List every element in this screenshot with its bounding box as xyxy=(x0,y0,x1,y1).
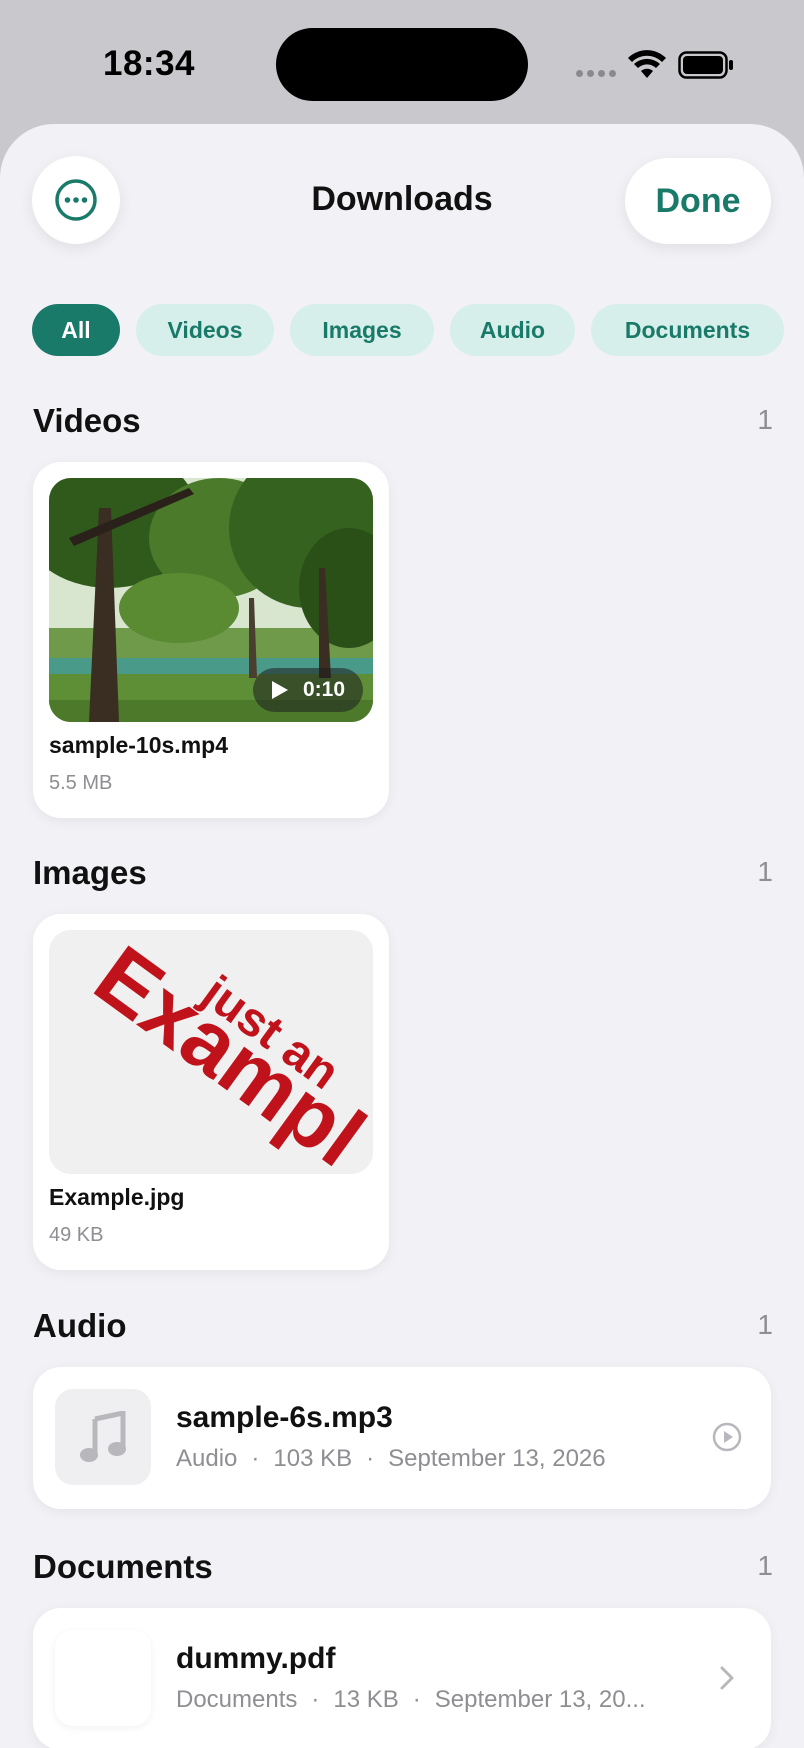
section-count: 1 xyxy=(757,404,773,435)
audio-thumbnail xyxy=(55,1389,151,1485)
audio-item-row[interactable]: sample-6s.mp3 Audio · 103 KB · September 13,… xyxy=(33,1367,771,1509)
file-meta: Documents · 13 KB · September 13, 20... xyxy=(176,1686,646,1713)
file-size: 5.5 MB xyxy=(49,772,113,794)
play-circle-icon xyxy=(712,1422,742,1452)
file-type: Documents xyxy=(176,1686,298,1713)
downloads-sheet: Downloads Done All Videos Images Audio D… xyxy=(0,124,804,1748)
music-note-icon xyxy=(80,1411,126,1462)
file-date: September 13, 2026 xyxy=(388,1445,606,1472)
battery-icon xyxy=(678,51,733,79)
play-icon xyxy=(271,681,288,699)
images-section-header: Images 1 xyxy=(33,854,773,894)
play-button[interactable] xyxy=(707,1417,747,1457)
filter-chip-images[interactable]: Images xyxy=(290,304,434,356)
filter-chip-videos[interactable]: Videos xyxy=(136,304,274,356)
file-name: Example.jpg xyxy=(49,1184,185,1210)
file-type: Audio xyxy=(176,1445,238,1472)
done-button[interactable]: Done xyxy=(625,158,771,244)
section-count: 1 xyxy=(757,1550,773,1581)
filter-chip-audio[interactable]: Audio xyxy=(450,304,575,356)
videos-section-header: Videos 1 xyxy=(33,402,773,442)
open-document-button[interactable] xyxy=(707,1658,747,1698)
file-size: 103 KB xyxy=(273,1445,353,1472)
file-name: dummy.pdf xyxy=(176,1642,336,1675)
video-duration: 0:10 xyxy=(302,678,345,701)
document-item-row[interactable]: dummy.pdf Documents · 13 KB · September 13, … xyxy=(33,1608,771,1748)
documents-section-header: Documents 1 xyxy=(33,1548,773,1588)
file-size: 13 KB xyxy=(333,1686,399,1713)
section-title: Audio xyxy=(33,1307,127,1344)
filter-chips: All Videos Images Audio Documents xyxy=(32,304,784,356)
wifi-icon xyxy=(628,50,666,78)
file-name: sample-6s.mp3 xyxy=(176,1401,393,1434)
dynamic-island xyxy=(276,28,528,101)
cellular-signal-icon xyxy=(576,70,616,77)
image-item-card[interactable]: just an Exampl Example.jpg 49 KB xyxy=(33,914,389,1270)
document-thumbnail xyxy=(55,1630,151,1726)
video-item-card[interactable]: 0:10 sample-10s.mp4 5.5 MB xyxy=(33,462,389,818)
section-count: 1 xyxy=(757,1309,773,1340)
file-size: 49 KB xyxy=(49,1224,104,1246)
filter-chip-documents[interactable]: Documents xyxy=(591,304,784,356)
status-time: 18:34 xyxy=(103,44,196,83)
section-title: Videos xyxy=(33,402,141,439)
filter-chip-all[interactable]: All xyxy=(32,304,120,356)
status-bar: 18:34 xyxy=(0,0,804,124)
video-thumbnail: 0:10 xyxy=(49,478,373,722)
video-duration-badge: 0:10 xyxy=(252,668,363,712)
file-date: September 13, 20... xyxy=(434,1686,646,1713)
section-count: 1 xyxy=(757,856,773,887)
file-name: sample-10s.mp4 xyxy=(49,732,228,758)
file-meta: Audio · 103 KB · September 13, 2026 xyxy=(176,1445,606,1472)
image-thumbnail: just an Exampl xyxy=(49,930,373,1174)
section-title: Images xyxy=(33,854,147,891)
chevron-right-icon xyxy=(720,1666,734,1690)
section-title: Documents xyxy=(33,1548,213,1585)
audio-section-header: Audio 1 xyxy=(33,1307,773,1347)
